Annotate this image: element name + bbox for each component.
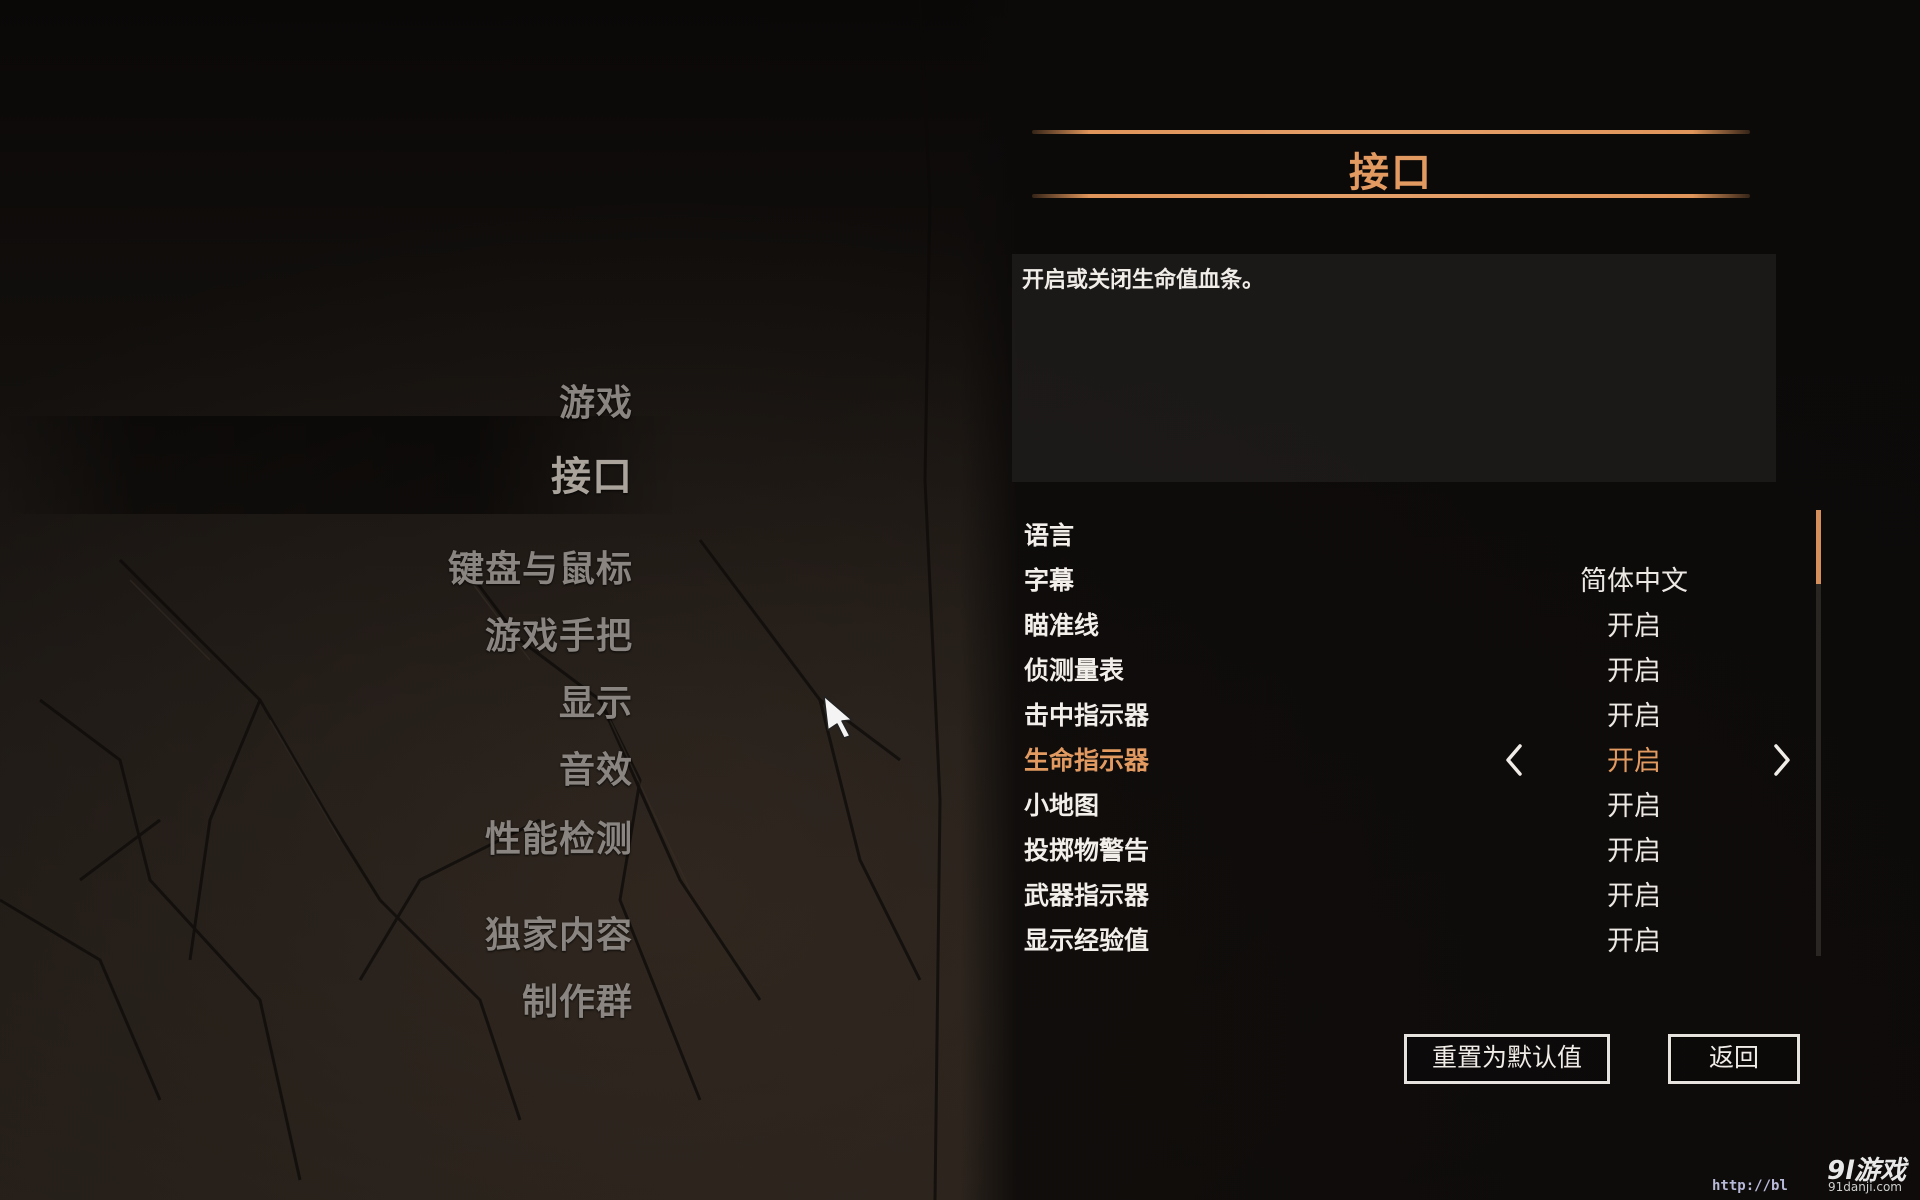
settings-scrollbar[interactable] (1816, 510, 1821, 956)
setting-label: 显示经验值 (1024, 926, 1150, 955)
setting-label: 投掷物警告 (1024, 836, 1150, 865)
rock-background-texture (0, 0, 942, 1200)
setting-value: 开启 (1607, 611, 1661, 642)
game-settings-screen: 游戏 接口 键盘与鼠标 游戏手把 显示 音效 性能检测 独家内容 制作群 接口 … (0, 0, 1920, 1200)
setting-row-subtitles[interactable]: 字幕 简体中文 (1012, 555, 1792, 600)
chevron-right-icon[interactable] (1770, 743, 1794, 777)
mouse-cursor-icon (823, 695, 853, 739)
scrollbar-thumb[interactable] (1816, 510, 1821, 584)
title-divider-bottom (1032, 194, 1750, 198)
setting-row-minimap[interactable]: 小地图 开启 (1012, 780, 1792, 825)
setting-value: 开启 (1607, 701, 1661, 732)
setting-label: 击中指示器 (1024, 701, 1150, 730)
setting-row-throwable-warning[interactable]: 投掷物警告 开启 (1012, 825, 1792, 870)
setting-value: 开启 (1607, 791, 1661, 822)
setting-row-language[interactable]: 语言 (1012, 510, 1792, 555)
setting-value: 开启 (1607, 881, 1661, 912)
setting-label: 瞄准线 (1024, 611, 1100, 640)
description-box: 开启或关闭生命值血条。 (1012, 254, 1776, 482)
settings-list: 语言 字幕 简体中文 瞄准线 开启 侦测量表 开启 击中指示器 开启 生命指示器… (1012, 510, 1792, 960)
nav-item-audio[interactable]: 音效 (559, 741, 633, 793)
watermark-site: 91danji.com (1828, 1180, 1902, 1194)
page-title-bar: 接口 (1032, 130, 1750, 202)
title-divider-top (1032, 130, 1750, 134)
reset-defaults-button[interactable]: 重置为默认值 (1404, 1034, 1610, 1084)
setting-label: 武器指示器 (1024, 881, 1150, 910)
setting-row-hit-indicator[interactable]: 击中指示器 开启 (1012, 690, 1792, 735)
nav-item-interface[interactable]: 接口 (551, 444, 633, 502)
setting-row-health-indicator[interactable]: 生命指示器 开启 (1012, 735, 1792, 780)
setting-value: 开启 (1607, 926, 1661, 957)
description-text: 开启或关闭生命值血条。 (1022, 268, 1265, 293)
page-title: 接口 (1349, 150, 1433, 196)
setting-row-detection-meter[interactable]: 侦测量表 开启 (1012, 645, 1792, 690)
setting-row-show-xp[interactable]: 显示经验值 开启 (1012, 915, 1792, 960)
setting-value: 开启 (1607, 746, 1661, 777)
nav-item-game[interactable]: 游戏 (559, 374, 633, 426)
nav-item-credits[interactable]: 制作群 (522, 973, 633, 1025)
site-watermark: http://bl 9l游戏 91danji.com (1712, 1146, 1920, 1200)
back-button[interactable]: 返回 (1668, 1034, 1800, 1084)
nav-item-gamepad[interactable]: 游戏手把 (485, 607, 633, 659)
setting-value: 简体中文 (1580, 566, 1688, 597)
setting-label: 生命指示器 (1024, 746, 1150, 775)
nav-item-display[interactable]: 显示 (559, 674, 633, 726)
nav-item-performance[interactable]: 性能检测 (485, 810, 633, 862)
setting-value: 开启 (1607, 656, 1661, 687)
setting-label: 语言 (1024, 521, 1075, 550)
setting-label: 字幕 (1024, 566, 1075, 595)
watermark-url: http://bl (1712, 1178, 1788, 1194)
setting-label: 侦测量表 (1024, 656, 1125, 685)
setting-value: 开启 (1607, 836, 1661, 867)
nav-item-exclusive-content[interactable]: 独家内容 (485, 906, 633, 958)
setting-row-crosshair[interactable]: 瞄准线 开启 (1012, 600, 1792, 645)
nav-item-keyboard-mouse[interactable]: 键盘与鼠标 (448, 540, 633, 592)
setting-label: 小地图 (1024, 791, 1100, 820)
setting-row-weapon-indicator[interactable]: 武器指示器 开启 (1012, 870, 1792, 915)
